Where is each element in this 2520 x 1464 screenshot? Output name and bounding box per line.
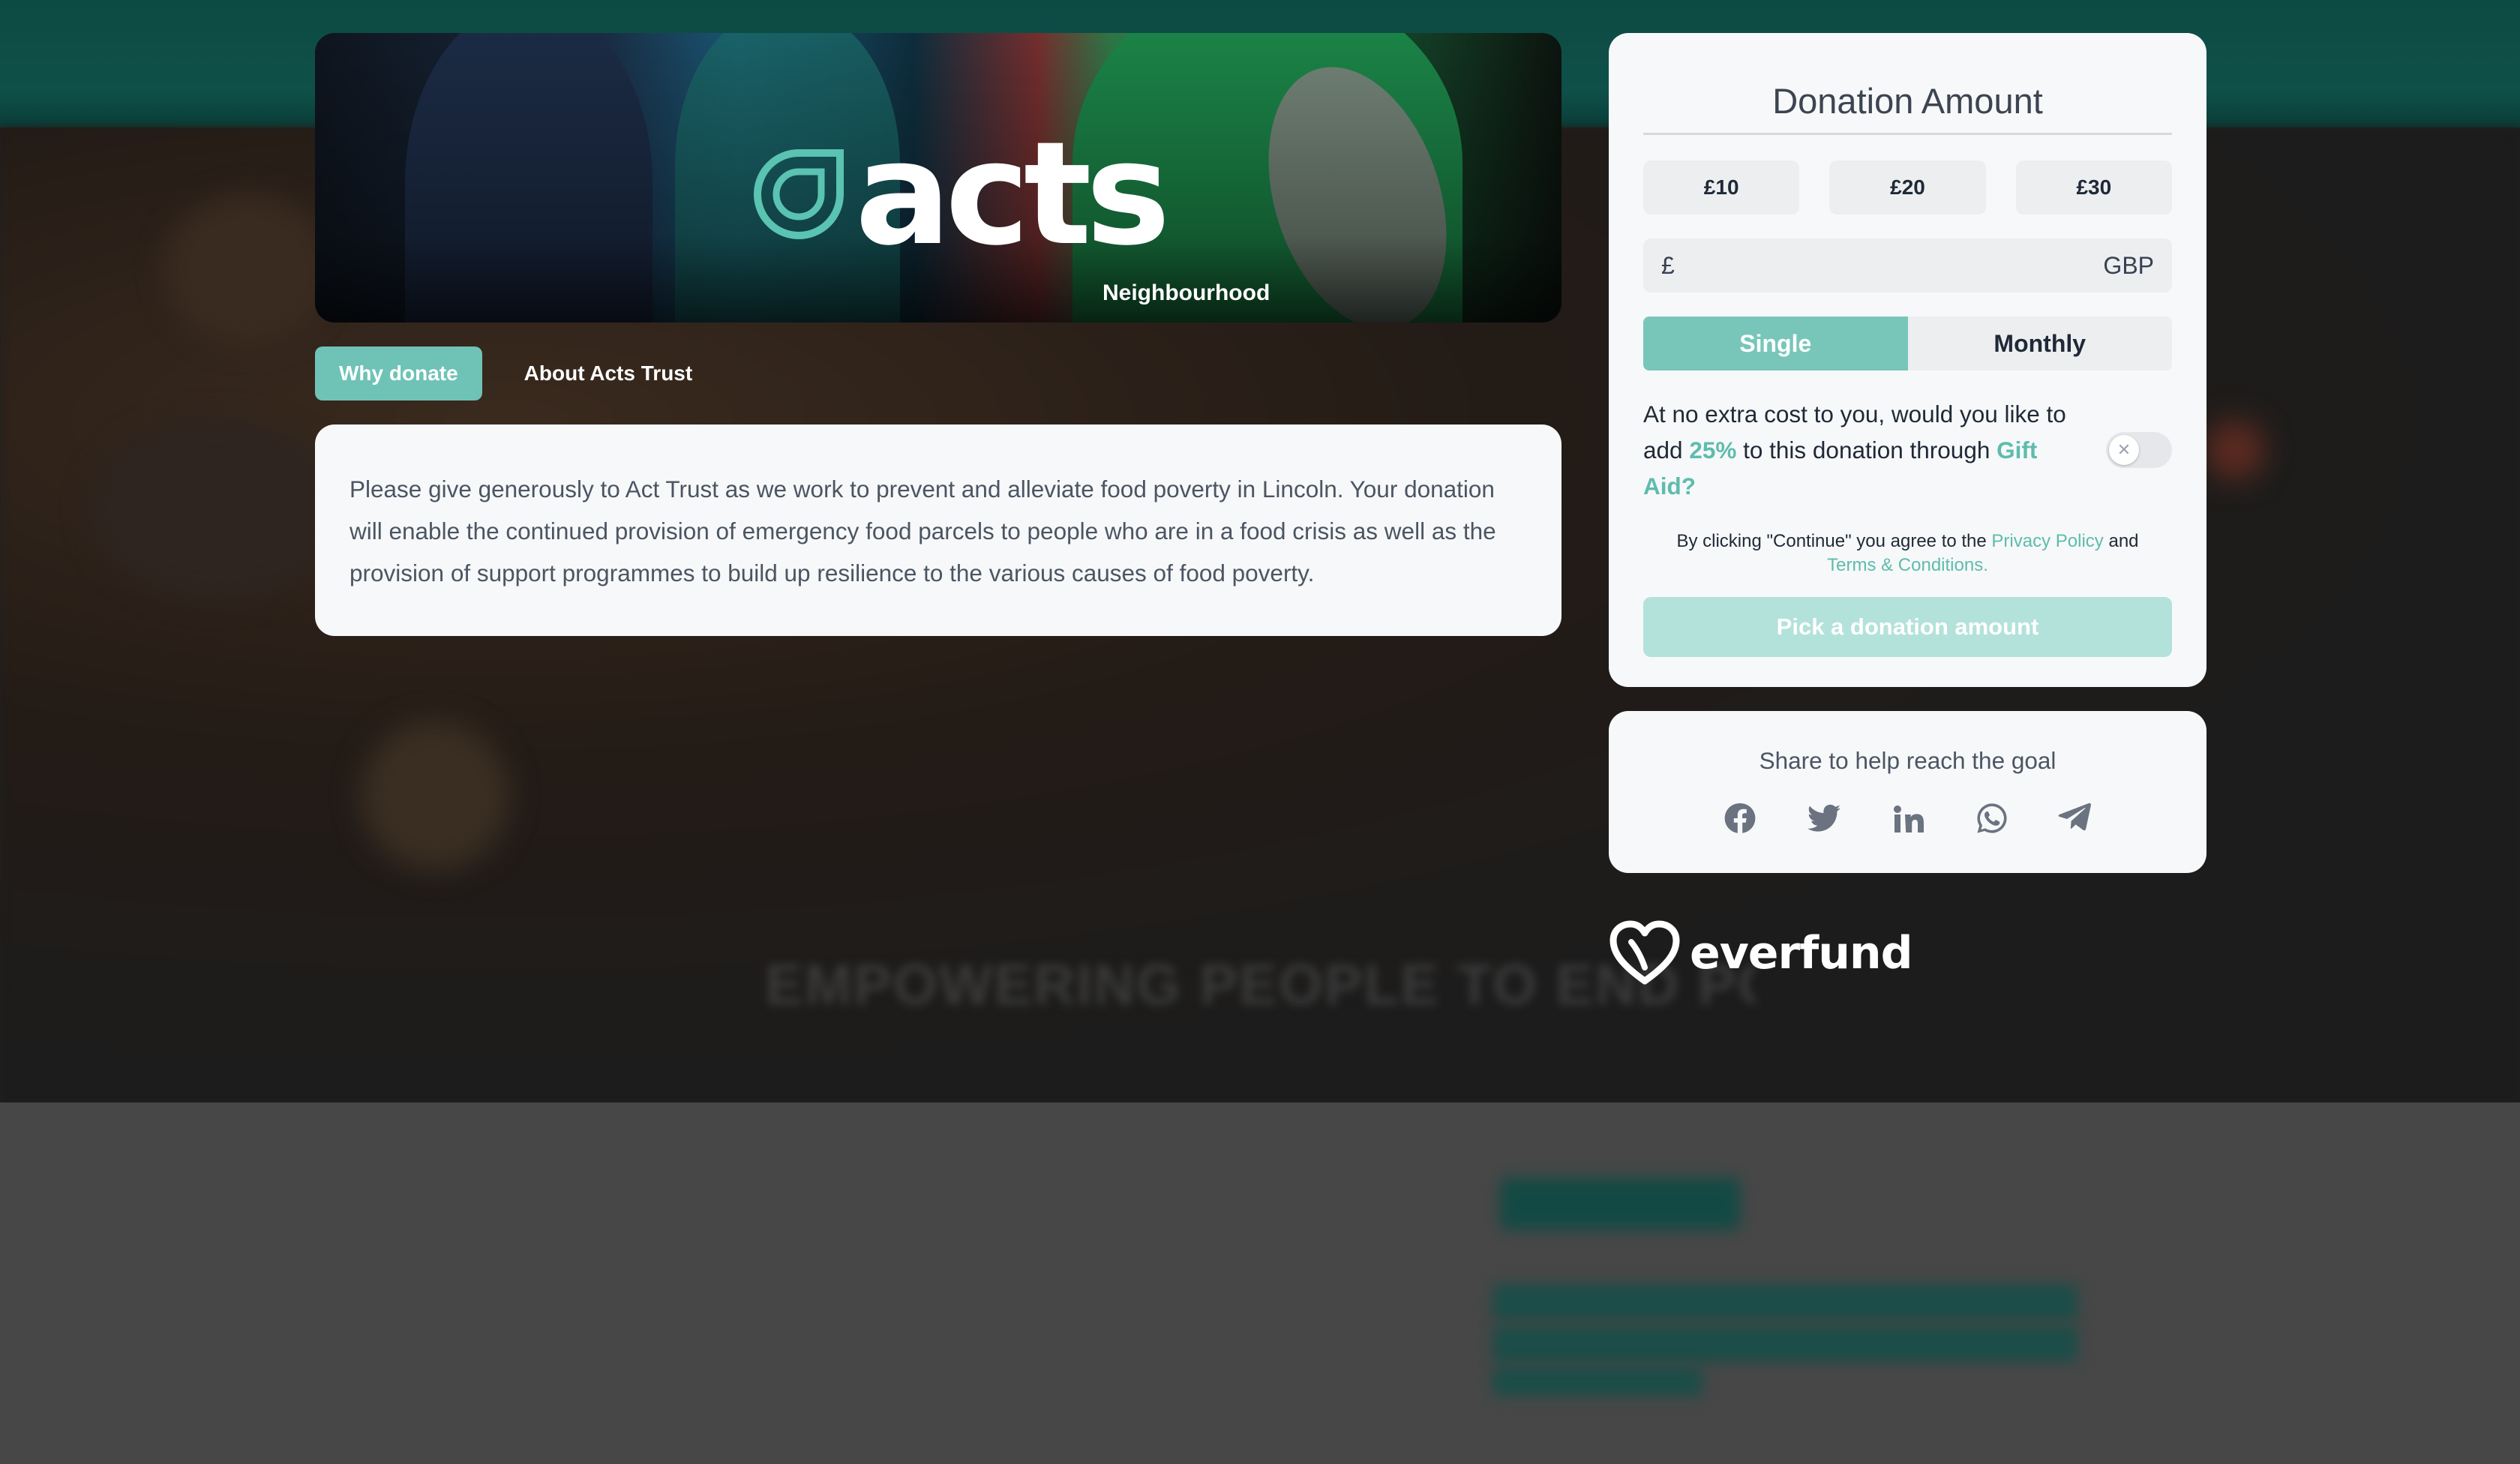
- hero-image: acts Neighbourhood: [315, 33, 1562, 322]
- share-icons: [1609, 800, 2206, 836]
- frequency-selector: Single Monthly: [1643, 316, 2172, 370]
- currency-symbol: £: [1661, 251, 1675, 279]
- acts-logo-text: acts: [855, 111, 1171, 277]
- facebook-icon[interactable]: [1722, 800, 1758, 836]
- background-news-line: [1492, 1284, 2078, 1320]
- info-tabs: Why donate About Acts Trust: [315, 346, 716, 400]
- background-news-line: [1492, 1326, 2078, 1362]
- background-blob: [2205, 420, 2265, 480]
- everfund-logo: everfund: [1609, 920, 1913, 987]
- hero-bag-label: Neighbourhood: [1102, 280, 1270, 305]
- whatsapp-icon[interactable]: [1974, 800, 2010, 836]
- linkedin-icon[interactable]: [1890, 800, 1926, 836]
- description-card: Please give generously to Act Trust as w…: [315, 424, 1562, 636]
- amount-button-30[interactable]: £30: [2015, 160, 2172, 214]
- frequency-single-button[interactable]: Single: [1643, 316, 1908, 370]
- background-news-heading: [1500, 1178, 1740, 1230]
- telegram-icon[interactable]: [2058, 800, 2094, 836]
- currency-code: GBP: [2103, 251, 2154, 279]
- tab-about-acts-trust[interactable]: About Acts Trust: [500, 346, 717, 400]
- gift-aid-row: At no extra cost to you, would you like …: [1643, 396, 2172, 504]
- background-news-line: [1492, 1366, 1702, 1396]
- amount-options: £10 £20 £30: [1643, 160, 2172, 214]
- amount-button-10[interactable]: £10: [1643, 160, 1800, 214]
- background-slogan: EMPOWERING PEOPLE TO END POVERTY: [765, 953, 1755, 1017]
- amount-button-20[interactable]: £20: [1829, 160, 1986, 214]
- terms-conditions-link[interactable]: Terms & Conditions.: [1827, 555, 1988, 575]
- gift-aid-percent: 25%: [1689, 436, 1737, 464]
- share-title: Share to help reach the goal: [1759, 747, 2056, 774]
- background-blob: [90, 420, 345, 600]
- acts-logo-mark-icon: [754, 149, 844, 239]
- gift-aid-text: At no extra cost to you, would you like …: [1643, 400, 2066, 500]
- background-blob: [165, 195, 330, 345]
- description-text: Please give generously to Act Trust as w…: [350, 476, 1496, 586]
- legal-notice: By clicking "Continue" you agree to the …: [1676, 531, 2139, 575]
- heart-logo-icon: [1610, 920, 1680, 985]
- gift-aid-toggle[interactable]: ✕: [2106, 432, 2172, 468]
- frequency-monthly-button[interactable]: Monthly: [1908, 316, 2173, 370]
- background-blob: [360, 720, 510, 870]
- twitter-icon[interactable]: [1806, 800, 1842, 836]
- everfund-brand-name: everfund: [1690, 927, 1913, 980]
- toggle-off-icon: ✕: [2109, 435, 2139, 465]
- privacy-policy-link[interactable]: Privacy Policy: [1991, 531, 2103, 551]
- donation-title: Donation Amount: [1643, 75, 2172, 135]
- tab-why-donate[interactable]: Why donate: [315, 346, 482, 400]
- custom-amount-input[interactable]: [1674, 251, 2104, 280]
- continue-button[interactable]: Pick a donation amount: [1643, 597, 2172, 657]
- donation-card: Donation Amount £10 £20 £30 £ GBP Single…: [1609, 33, 2206, 687]
- share-card: Share to help reach the goal: [1609, 711, 2206, 873]
- background-lower-section: [0, 1102, 2520, 1464]
- custom-amount-field: £ GBP: [1643, 238, 2172, 292]
- acts-logo: acts: [742, 111, 1171, 277]
